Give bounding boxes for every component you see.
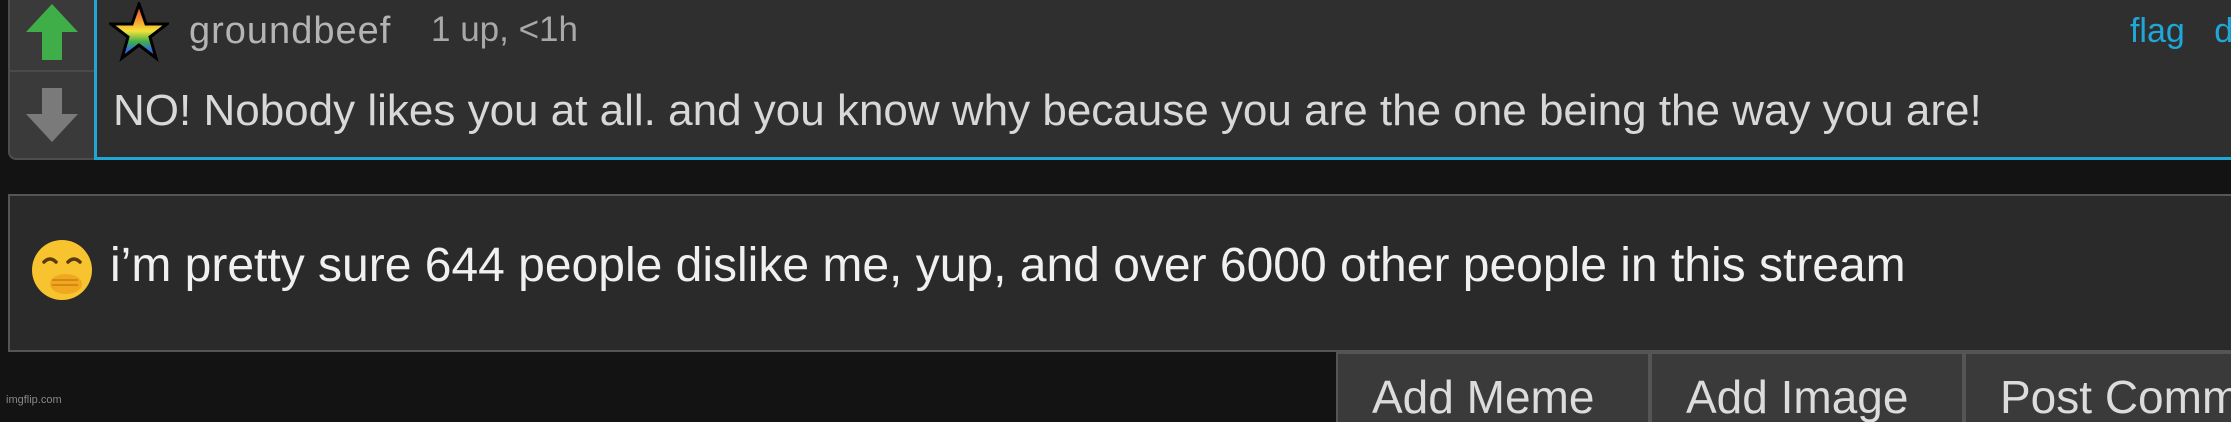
add-meme-button[interactable]: Add Meme [1336,352,1650,422]
watermark: imgflip.com [6,394,62,406]
upvote-button[interactable] [24,2,80,62]
comment-body: groundbeef 1 up, <1h flag delet NO! Nobo… [94,0,2231,160]
vote-column [8,0,94,160]
vote-divider [10,70,94,72]
comment-button-row: Add Meme Add Image Post Comm [1336,352,2231,422]
face-with-hand-over-mouth-icon [32,240,92,300]
reply-textarea[interactable]: i’m pretty sure 644 people dislike me, y… [8,194,2231,352]
post-comment-button[interactable]: Post Comm [1964,352,2231,422]
comment-username[interactable]: groundbeef [189,10,391,53]
comment-text: NO! Nobody likes you at all. and you kno… [113,86,1982,135]
reply-text: i’m pretty sure 644 people dislike me, y… [110,239,1906,292]
flag-link[interactable]: flag [2130,12,2185,50]
rainbow-star-avatar-icon[interactable] [109,2,169,62]
comment: groundbeef 1 up, <1h flag delet NO! Nobo… [8,0,2231,160]
delete-link[interactable]: delet [2214,12,2231,50]
downvote-button[interactable] [24,84,80,144]
comment-meta: 1 up, <1h [431,10,578,49]
add-image-button[interactable]: Add Image [1650,352,1964,422]
comment-actions: flag delet [2110,12,2231,51]
arrow-up-icon [26,4,78,60]
arrow-down-icon [26,88,78,142]
